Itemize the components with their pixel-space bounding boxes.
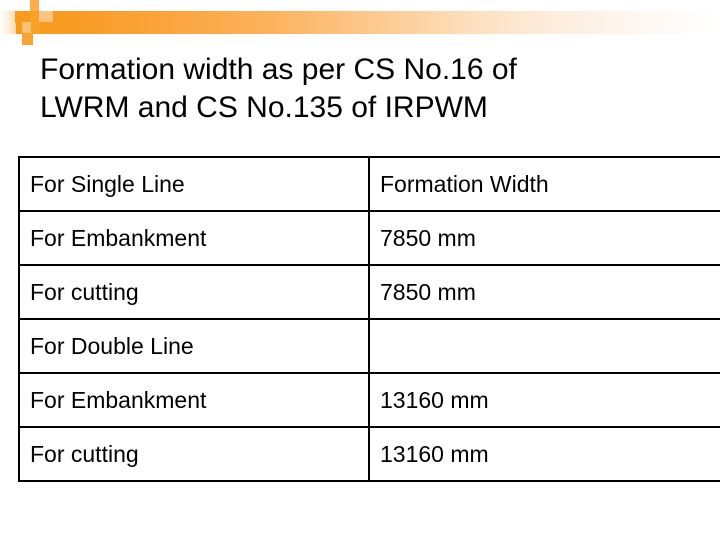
slide-header-decoration: [0, 0, 720, 48]
table-cell-value: 13160 mm: [368, 372, 720, 428]
table-cell-value: 7850 mm: [368, 264, 720, 320]
accent-fade-left: [0, 11, 16, 34]
table-row: For cutting 13160 mm: [18, 426, 720, 482]
table-row: For Embankment 7850 mm: [18, 210, 720, 266]
table-row: For Embankment 13160 mm: [18, 372, 720, 428]
table-cell-label: For Double Line: [18, 318, 370, 374]
table-cell-value: Formation Width: [368, 156, 720, 212]
accent-square-4: [39, 11, 53, 22]
table-cell-value: [368, 318, 720, 374]
table-cell-value: 7850 mm: [368, 210, 720, 266]
accent-square-3: [22, 33, 33, 45]
table-cell-value: 13160 mm: [368, 426, 720, 482]
table-cell-label: For Embankment: [18, 210, 370, 266]
accent-tall-bar: [30, 0, 39, 34]
page-title: Formation width as per CS No.16 of LWRM …: [40, 53, 517, 124]
formation-width-table: For Single Line Formation Width For Emba…: [18, 156, 720, 482]
table-cell-label: For cutting: [18, 426, 370, 482]
orange-gradient-bar: [0, 11, 720, 34]
table-cell-label: For cutting: [18, 264, 370, 320]
table-cell-label: For Embankment: [18, 372, 370, 428]
table-row: For Single Line Formation Width: [18, 156, 720, 212]
table-cell-label: For Single Line: [18, 156, 370, 212]
table-row: For Double Line: [18, 318, 720, 374]
accent-square-2: [22, 22, 31, 33]
table-row: For cutting 7850 mm: [18, 264, 720, 320]
